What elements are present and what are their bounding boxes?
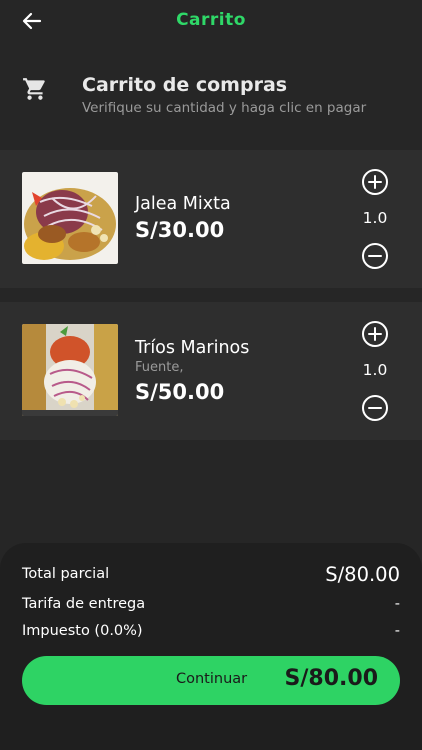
delivery-fee-label: Tarifa de entrega xyxy=(22,596,146,612)
tax-label: Impuesto (0.0%) xyxy=(22,623,143,639)
subtotal-row: Total parcial S/80.00 xyxy=(22,563,400,589)
cart-header: Carrito de compras Verifique su cantidad… xyxy=(0,62,422,142)
quantity-value: 1.0 xyxy=(362,361,388,379)
jalea-mixta-image xyxy=(22,172,118,264)
delivery-fee-value: - xyxy=(394,596,400,612)
top-bar: Carrito xyxy=(0,0,422,42)
item-name: Jalea Mixta xyxy=(135,194,231,214)
quantity-stepper: 1.0 xyxy=(356,168,394,270)
plus-circle-icon[interactable] xyxy=(361,168,389,196)
continue-button-label: Continuar xyxy=(176,671,248,687)
plus-circle-icon[interactable] xyxy=(361,320,389,348)
item-name: Tríos Marinos xyxy=(135,338,250,358)
cart-title: Carrito de compras xyxy=(82,74,288,96)
quantity-value: 1.0 xyxy=(362,209,388,227)
subtotal-label: Total parcial xyxy=(22,566,110,582)
cart-item: Jalea Mixta S/30.00 1.0 xyxy=(0,150,422,288)
trios-marinos-image xyxy=(22,324,118,416)
continue-button[interactable]: Continuar S/80.00 xyxy=(22,656,400,705)
continue-button-total: S/80.00 xyxy=(284,666,378,691)
item-price: S/30.00 xyxy=(135,218,225,242)
order-summary: Total parcial S/80.00 Tarifa de entrega … xyxy=(0,543,422,750)
minus-circle-icon[interactable] xyxy=(361,242,389,270)
delivery-fee-row: Tarifa de entrega - xyxy=(22,596,400,616)
minus-circle-icon[interactable] xyxy=(361,394,389,422)
page-title: Carrito xyxy=(176,10,246,30)
cart-subtitle: Verifique su cantidad y haga clic en pag… xyxy=(82,100,367,116)
item-description: Fuente, xyxy=(135,360,184,375)
cart-item: Tríos Marinos Fuente, S/50.00 1.0 xyxy=(0,302,422,440)
subtotal-value: S/80.00 xyxy=(325,563,400,586)
tax-value: - xyxy=(394,623,400,639)
quantity-stepper: 1.0 xyxy=(356,320,394,422)
item-price: S/50.00 xyxy=(135,380,225,404)
shopping-cart-icon xyxy=(22,76,48,102)
tax-row: Impuesto (0.0%) - xyxy=(22,623,400,643)
